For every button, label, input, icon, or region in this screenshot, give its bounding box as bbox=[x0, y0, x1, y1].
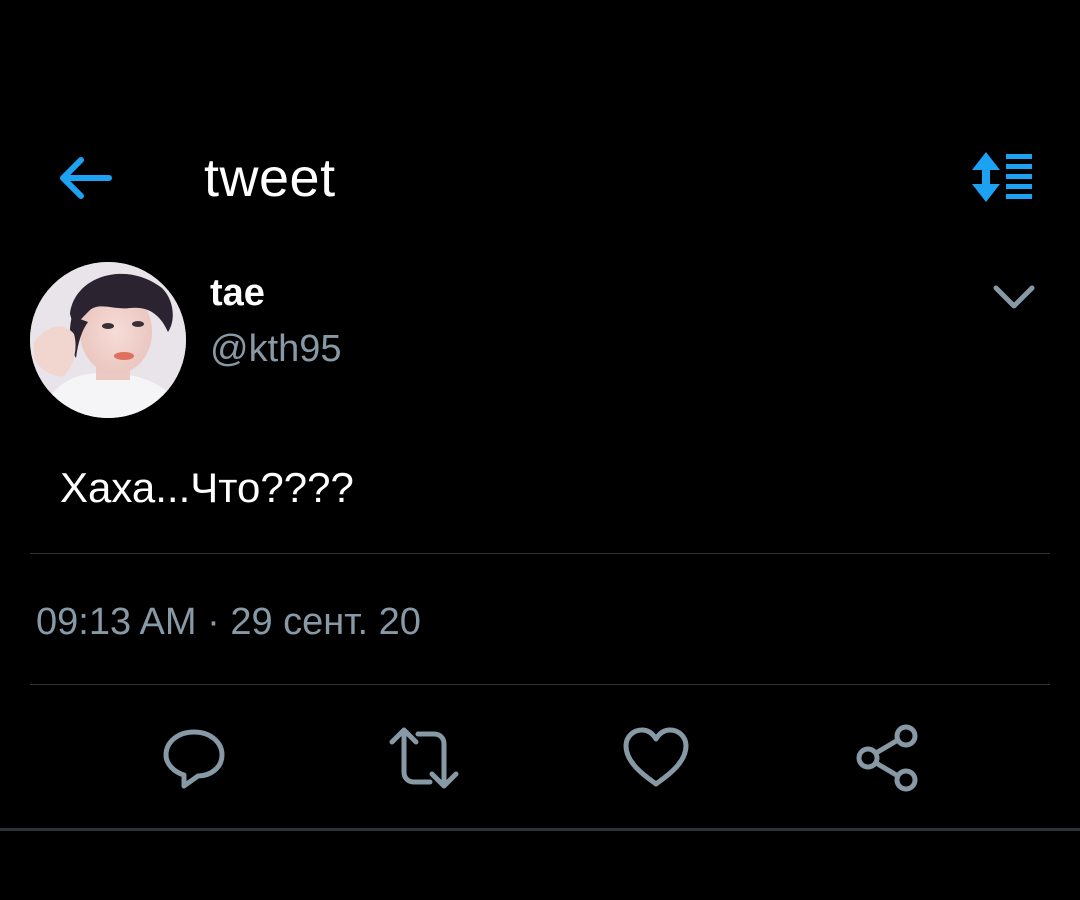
author-display-name[interactable]: tae bbox=[210, 270, 265, 316]
retweet-button[interactable] bbox=[388, 722, 460, 794]
tweet-options-button[interactable] bbox=[990, 278, 1038, 318]
avatar-photo bbox=[30, 262, 186, 418]
share-button[interactable] bbox=[852, 722, 924, 794]
tweet-timestamp: 09:13 AM · 29 сент. 20 bbox=[36, 601, 421, 643]
sort-button[interactable] bbox=[968, 150, 1036, 204]
top-app-bar: tweet bbox=[0, 120, 1080, 240]
author-handle[interactable]: @kth95 bbox=[210, 326, 342, 372]
back-button[interactable] bbox=[55, 156, 115, 200]
chevron-down-icon bbox=[993, 285, 1035, 309]
share-icon bbox=[856, 724, 918, 792]
retweet-icon bbox=[389, 727, 459, 789]
divider bbox=[30, 684, 1050, 685]
divider bbox=[0, 828, 1080, 831]
heart-icon bbox=[623, 727, 689, 787]
like-button[interactable] bbox=[620, 722, 692, 794]
arrow-left-icon bbox=[60, 157, 112, 199]
comment-icon bbox=[163, 729, 225, 789]
page-title: tweet bbox=[204, 148, 336, 208]
avatar[interactable] bbox=[30, 262, 186, 418]
reply-button[interactable] bbox=[158, 722, 230, 794]
tweet-text: Хаха...Что???? bbox=[60, 464, 354, 511]
sort-list-icon bbox=[972, 152, 1032, 202]
divider bbox=[30, 553, 1050, 554]
